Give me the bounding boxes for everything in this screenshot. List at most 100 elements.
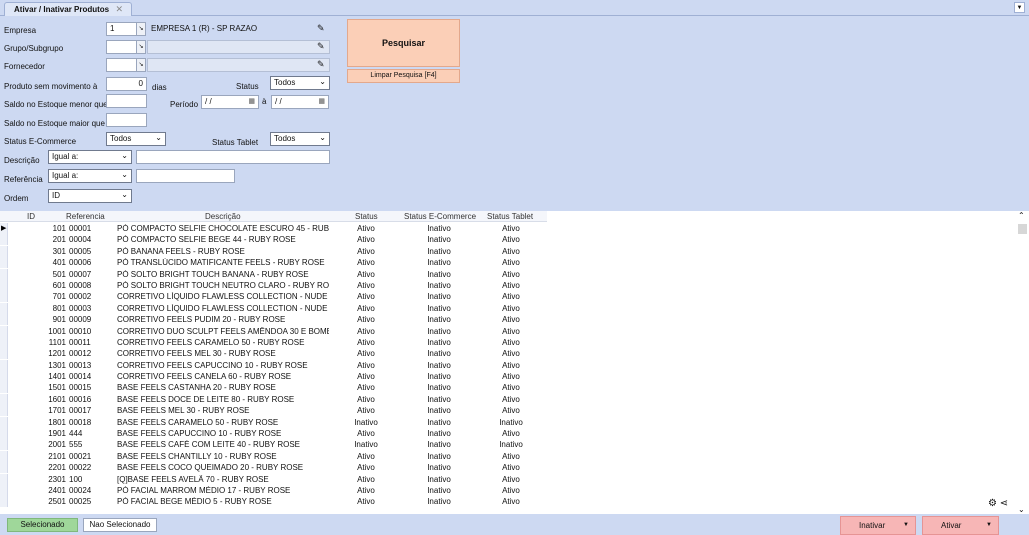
table-row[interactable]: 2101 00021 BASE FEELS CHANTILLY 10 - RUBY … xyxy=(0,450,547,462)
ordem-select[interactable]: ID ⌄ xyxy=(48,189,132,203)
table-row[interactable]: 1101 00011 CORRETIVO FEELS CARAMELO 50 - R… xyxy=(0,336,547,348)
row-indicator[interactable] xyxy=(0,291,8,303)
cell-tablet: Ativo xyxy=(502,246,520,256)
lookup-icon[interactable]: ↘ xyxy=(136,22,146,36)
status-ecommerce-select[interactable]: Todos ⌄ xyxy=(106,132,166,146)
table-row[interactable]: 1801 00018 BASE FEELS CARAMELO 50 - RUBY R… xyxy=(0,416,547,428)
row-indicator[interactable] xyxy=(0,314,8,326)
estoque-menor-input[interactable] xyxy=(106,94,147,108)
edit-pencil-icon[interactable]: ✎ xyxy=(317,59,325,70)
chevron-up-icon[interactable]: ⌃ xyxy=(1018,211,1025,220)
row-indicator[interactable] xyxy=(0,336,8,348)
table-row[interactable]: 2301 100 [Q]BASE FEELS AVELÃ 70 - RUBY ROS… xyxy=(0,473,547,485)
row-indicator[interactable] xyxy=(0,462,8,474)
table-row[interactable]: 10100001 PÓ COMPACTO SELFIE CHOCOLATE ESC… xyxy=(0,223,547,234)
estoque-maior-input[interactable] xyxy=(106,113,147,127)
col-ref-header[interactable]: Referencia xyxy=(66,212,105,221)
scrollbar-thumb[interactable] xyxy=(1018,224,1027,234)
table-row[interactable]: 2401 00024 PÓ FACIAL MARROM MÉDIO 17 - RUB… xyxy=(0,484,547,496)
row-indicator[interactable] xyxy=(0,416,8,428)
cell-ref: 00017 xyxy=(69,406,92,416)
close-icon[interactable]: ✕ xyxy=(115,4,123,15)
cell-ecommerce: Inativo xyxy=(427,258,451,268)
row-indicator[interactable] xyxy=(0,245,8,257)
row-indicator[interactable] xyxy=(0,325,8,337)
row-indicator[interactable] xyxy=(0,496,8,508)
table-row[interactable]: 1701 00017 BASE FEELS MEL 30 - RUBY ROSE At… xyxy=(0,405,547,417)
row-indicator[interactable] xyxy=(0,439,8,451)
table-row[interactable]: 601 00008 PÓ SOLTO BRIGHT TOUCH NEUTRO CLA… xyxy=(0,279,547,291)
row-indicator[interactable] xyxy=(0,484,8,496)
table-row[interactable]: 1401 00014 CORRETIVO FEELS CANELA 60 - RUB… xyxy=(0,371,547,383)
table-row[interactable]: 2501 00025 PÓ FACIAL BEGE MÉDIO 5 - RUBY R… xyxy=(0,496,547,508)
fornecedor-code-input[interactable] xyxy=(106,58,137,72)
row-indicator[interactable] xyxy=(0,302,8,314)
table-row[interactable]: 501 00007 PÓ SOLTO BRIGHT TOUCH BANANA - R… xyxy=(0,268,547,280)
pesquisar-button[interactable]: Pesquisar xyxy=(347,19,460,67)
periodo-from-input[interactable]: / / ▦ xyxy=(201,95,259,109)
table-row[interactable]: 901 00009 CORRETIVO FEELS PUDIM 20 - RUBY … xyxy=(0,314,547,326)
periodo-to-input[interactable]: / / ▦ xyxy=(271,95,329,109)
col-desc-header[interactable]: Descrição xyxy=(205,212,241,221)
row-indicator[interactable] xyxy=(0,279,8,291)
vertical-scrollbar[interactable]: ⌃ ⌄ xyxy=(1016,211,1029,514)
chevron-down-icon[interactable]: ▼ xyxy=(903,517,909,534)
descricao-input[interactable] xyxy=(136,150,330,164)
row-indicator[interactable] xyxy=(0,450,8,462)
cell-desc: PÓ SOLTO BRIGHT TOUCH BANANA - RUBY ROSE xyxy=(117,269,309,279)
lookup-icon[interactable]: ↘ xyxy=(136,58,146,72)
table-row[interactable]: 401 00006 PÓ TRANSLÚCIDO MATIFICANTE FEELS… xyxy=(0,257,547,269)
table-row[interactable]: 201 00004 PÓ COMPACTO SELFIE BEGE 44 - RUB… xyxy=(0,234,547,246)
table-row[interactable]: 2001 555 BASE FEELS CAFÉ COM LEITE 40 - RU… xyxy=(0,439,547,451)
referencia-operator-select[interactable]: Igual a: ⌄ xyxy=(48,169,132,183)
calendar-icon[interactable]: ▦ xyxy=(248,97,255,105)
row-indicator[interactable] xyxy=(0,428,8,440)
dias-input[interactable]: 0 xyxy=(106,77,147,91)
table-row[interactable]: 1901 444 BASE FEELS CAPUCCINO 10 - RUBY RO… xyxy=(0,428,547,440)
row-indicator[interactable] xyxy=(0,473,8,485)
limpar-pesquisa-button[interactable]: Limpar Pesquisa [F4] xyxy=(347,69,460,83)
descricao-operator-select[interactable]: Igual a: ⌄ xyxy=(48,150,132,164)
table-row[interactable]: 2201 00022 BASE FEELS COCO QUEIMADO 20 - R… xyxy=(0,462,547,474)
status-select[interactable]: Todos ⌄ xyxy=(270,76,330,90)
table-row[interactable]: 1301 00013 CORRETIVO FEELS CAPUCCINO 10 - … xyxy=(0,359,547,371)
row-indicator[interactable] xyxy=(0,359,8,371)
table-row[interactable]: 1501 00015 BASE FEELS CASTANHA 20 - RUBY R… xyxy=(0,382,547,394)
col-ecommerce-header[interactable]: Status E-Commerce xyxy=(404,212,476,221)
row-indicator[interactable] xyxy=(0,257,8,269)
row-indicator[interactable] xyxy=(0,223,8,234)
gear-icon[interactable]: ⚙ xyxy=(988,498,997,509)
col-tablet-header[interactable]: Status Tablet xyxy=(487,212,533,221)
table-row[interactable]: 301 00005 PÓ BANANA FEELS - RUBY ROSE Ativo… xyxy=(0,245,547,257)
table-row[interactable]: 1601 00016 BASE FEELS DOCE DE LEITE 80 - R… xyxy=(0,393,547,405)
edit-pencil-icon[interactable]: ✎ xyxy=(317,23,325,34)
table-row[interactable]: 1001 00010 CORRETIVO DUO SCULPT FEELS AMÊN… xyxy=(0,325,547,337)
tab-ativar-inativar[interactable]: Ativar / Inativar Produtos ✕ xyxy=(4,2,132,16)
grupo-code-input[interactable] xyxy=(106,40,137,54)
inativar-button[interactable]: Inativar ▼ xyxy=(840,516,916,535)
chevron-down-icon[interactable]: ▼ xyxy=(986,517,992,534)
row-indicator[interactable] xyxy=(0,234,8,246)
chevron-down-icon[interactable]: ⌄ xyxy=(1018,505,1025,514)
lookup-icon[interactable]: ↘ xyxy=(136,40,146,54)
edit-pencil-icon[interactable]: ✎ xyxy=(317,41,325,52)
row-indicator[interactable] xyxy=(0,268,8,280)
col-id-header[interactable]: ID xyxy=(27,212,35,221)
row-indicator[interactable] xyxy=(0,371,8,383)
referencia-input[interactable] xyxy=(136,169,235,183)
ativar-button[interactable]: Ativar ▼ xyxy=(922,516,999,535)
table-row[interactable]: 801 00003 CORRETIVO LÍQUIDO FLAWLESS COLLE… xyxy=(0,302,547,314)
chevron-down-icon[interactable]: ▼ xyxy=(1014,2,1025,13)
table-row[interactable]: 1201 00012 CORRETIVO FEELS MEL 30 - RUBY R… xyxy=(0,348,547,360)
row-indicator[interactable] xyxy=(0,393,8,405)
table-row[interactable]: 701 00002 CORRETIVO LÍQUIDO FLAWLESS COLLE… xyxy=(0,291,547,303)
status-tablet-select[interactable]: Todos ⌄ xyxy=(270,132,330,146)
calendar-icon[interactable]: ▦ xyxy=(318,97,325,105)
fornecedor-description xyxy=(147,58,330,72)
share-icon[interactable]: ⋖ xyxy=(1000,498,1008,509)
col-status-header[interactable]: Status xyxy=(355,212,378,221)
empresa-code-input[interactable]: 1 xyxy=(106,22,137,36)
row-indicator[interactable] xyxy=(0,405,8,417)
row-indicator[interactable] xyxy=(0,382,8,394)
row-indicator[interactable] xyxy=(0,348,8,360)
